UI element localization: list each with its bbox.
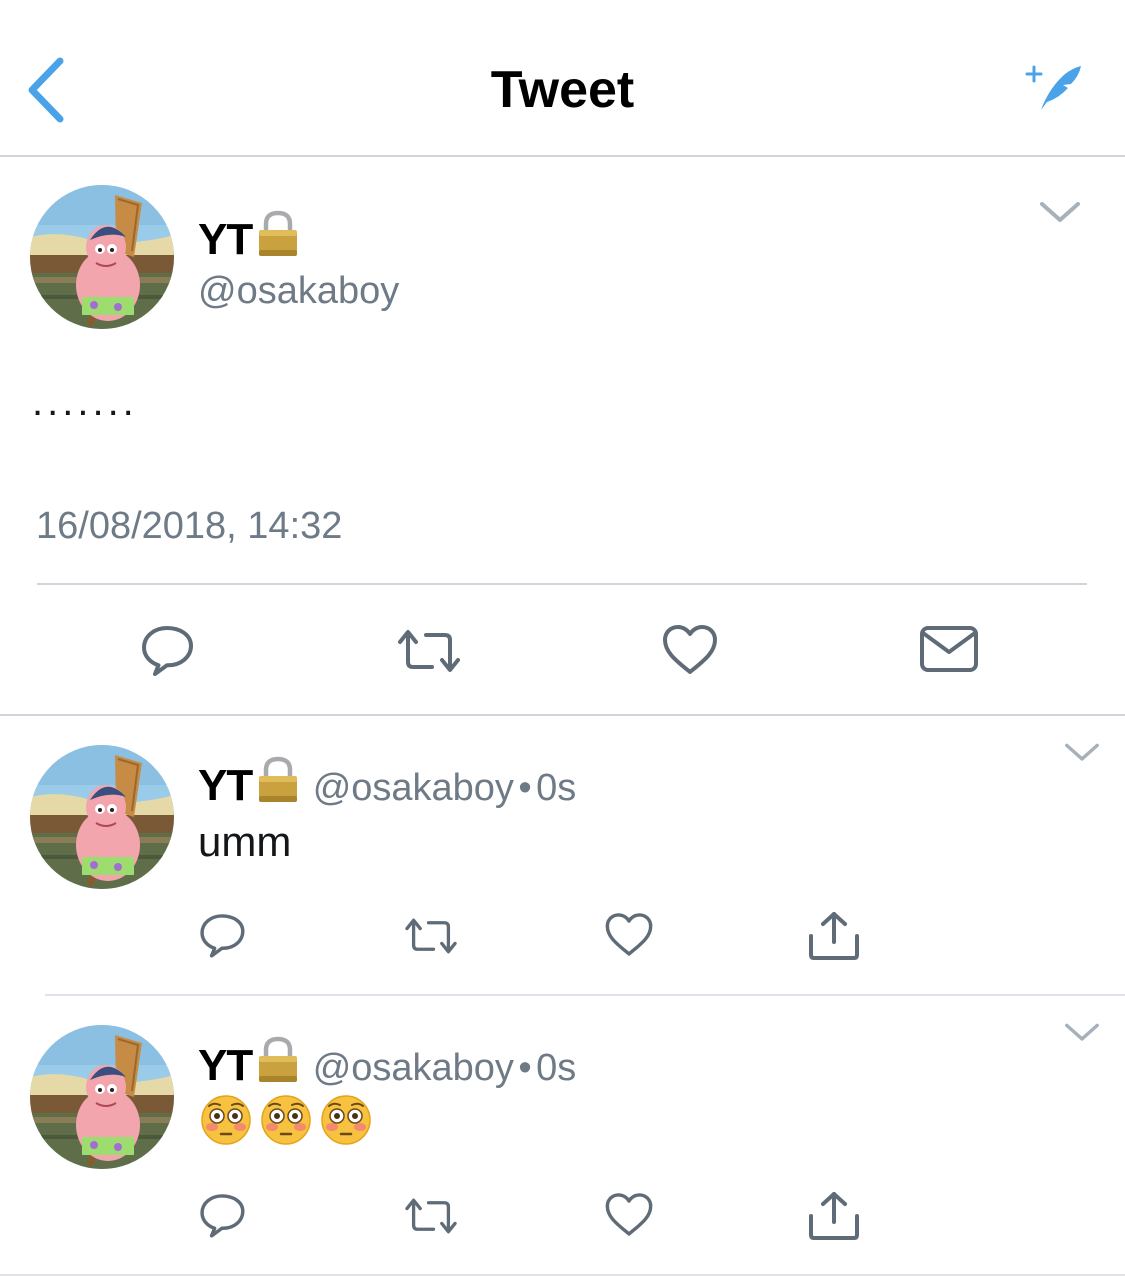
like-button[interactable] (660, 622, 720, 676)
retweet-icon (402, 915, 460, 957)
share-icon (806, 1190, 862, 1242)
share-button[interactable] (806, 1190, 862, 1242)
chevron-down-icon (1062, 742, 1102, 764)
lock-icon (256, 210, 300, 263)
avatar[interactable] (30, 1025, 174, 1169)
divider (37, 583, 1087, 585)
chevron-down-icon (1062, 1022, 1102, 1044)
display-name-row: YT (198, 210, 300, 265)
direct-message-button[interactable] (918, 624, 980, 674)
heart-icon (660, 622, 720, 676)
relative-time: 0s (536, 767, 577, 809)
avatar[interactable] (30, 185, 174, 329)
tweet-options-chevron[interactable] (1062, 742, 1102, 764)
chevron-down-icon (1038, 200, 1082, 226)
lock-icon (256, 756, 300, 809)
retweet-icon (402, 1195, 460, 1237)
username: @osakaboy (312, 767, 514, 809)
tweet-text: ....... (32, 380, 138, 424)
avatar[interactable] (30, 745, 174, 889)
username: @osakaboy (312, 1047, 514, 1089)
reply-button[interactable] (137, 622, 197, 678)
reply-button[interactable] (196, 1190, 248, 1240)
dot-separator: • (518, 1047, 532, 1089)
reply-header: YT @osakaboy • 0s (198, 1036, 576, 1091)
share-button[interactable] (806, 910, 862, 962)
reply-icon (196, 1190, 248, 1240)
tweet-text: umm (198, 818, 292, 865)
compose-button[interactable] (1025, 60, 1085, 115)
retweet-icon (394, 626, 464, 676)
tweet-timestamp: 16/08/2018, 14:32 (36, 505, 343, 547)
heart-icon (603, 1190, 655, 1238)
divider (0, 1274, 1125, 1276)
display-name: YT (198, 215, 253, 264)
divider (45, 994, 1125, 996)
reply-icon (196, 910, 248, 960)
retweet-button[interactable] (402, 915, 460, 957)
tweet-text: 😳😳😳 (198, 1094, 378, 1146)
envelope-icon (918, 624, 980, 674)
tweet-options-chevron[interactable] (1062, 1022, 1102, 1044)
page-title: Tweet (490, 61, 635, 119)
retweet-button[interactable] (394, 626, 464, 676)
share-icon (806, 910, 862, 962)
tweet-options-chevron[interactable] (1038, 200, 1082, 226)
compose-icon (1025, 65, 1081, 110)
display-name: YT (198, 1041, 253, 1090)
lock-icon (256, 1036, 300, 1089)
reply-button[interactable] (196, 910, 248, 960)
relative-time: 0s (536, 1047, 577, 1089)
reply-icon (137, 622, 197, 678)
display-name: YT (198, 761, 253, 810)
like-button[interactable] (603, 1190, 655, 1238)
username: @osakaboy (198, 270, 400, 312)
divider (0, 714, 1125, 716)
heart-icon (603, 910, 655, 958)
dot-separator: • (518, 767, 532, 809)
reply-header: YT @osakaboy • 0s (198, 756, 576, 811)
like-button[interactable] (603, 910, 655, 958)
retweet-button[interactable] (402, 1195, 460, 1237)
